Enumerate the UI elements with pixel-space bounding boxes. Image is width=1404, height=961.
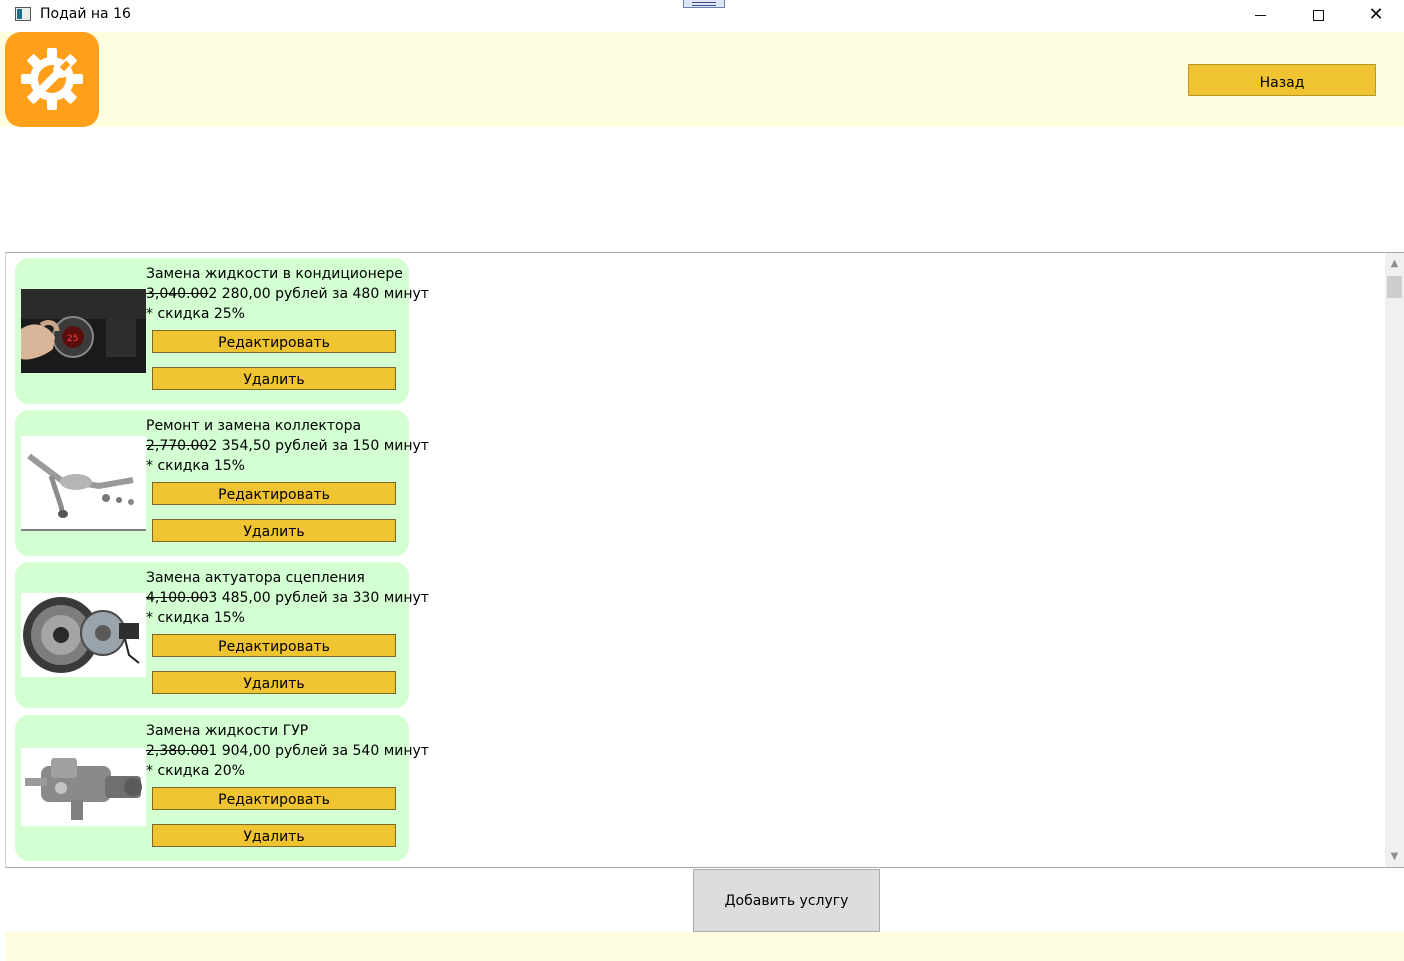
scroll-up-icon[interactable]: ▲ — [1385, 255, 1404, 272]
edit-button[interactable]: Редактировать — [152, 634, 396, 657]
service-price: 2,770.002 354,50 рублей за 150 минут — [146, 438, 429, 454]
service-title: Замена жидкости ГУР — [146, 723, 309, 739]
clutch-kit-photo — [21, 593, 146, 677]
climate-control-image: 25 — [21, 289, 146, 373]
app-icon — [15, 7, 31, 21]
service-discount: * скидка 15% — [146, 458, 245, 474]
service-discount: * скидка 20% — [146, 763, 245, 779]
delete-button[interactable]: Удалить — [152, 671, 396, 694]
old-price: 3,040.00 — [146, 286, 209, 302]
climate-control-photo: 25 — [21, 289, 146, 373]
minimize-icon — [1254, 14, 1266, 16]
delete-button[interactable]: Удалить — [152, 367, 396, 390]
service-discount: * скидка 25% — [146, 306, 245, 322]
service-title: Замена актуатора сцепления — [146, 570, 365, 586]
new-price: 1 904,00 рублей за 540 минут — [208, 743, 429, 759]
minimize-button[interactable] — [1231, 0, 1289, 30]
scroll-thumb[interactable] — [1387, 276, 1402, 298]
service-price: 3,040.002 280,00 рублей за 480 минут — [146, 286, 429, 302]
svg-text:25: 25 — [67, 334, 78, 344]
edit-button[interactable]: Редактировать — [152, 330, 396, 353]
old-price: 2,770.00 — [146, 438, 209, 454]
scroll-down-icon[interactable]: ▼ — [1385, 848, 1404, 865]
exhaust-manifold-image — [21, 436, 146, 531]
logo — [5, 32, 99, 127]
service-discount: * скидка 15% — [146, 610, 245, 626]
service-price: 2,380.001 904,00 рублей за 540 минут — [146, 743, 429, 759]
maximize-button[interactable] — [1289, 0, 1347, 30]
new-price: 2 280,00 рублей за 480 минут — [208, 286, 429, 302]
close-icon: ✕ — [1368, 4, 1384, 25]
edit-button[interactable]: Редактировать — [152, 787, 396, 810]
maximize-icon — [1312, 9, 1324, 21]
footer-band — [5, 932, 1404, 961]
close-button[interactable]: ✕ — [1347, 0, 1404, 30]
service-title: Замена жидкости в кондиционере — [146, 266, 403, 282]
old-price: 2,380.00 — [146, 743, 209, 759]
app-window: Подай на 16 ✕ Назад 25 Замена жидкости в… — [0, 0, 1404, 961]
back-button[interactable]: Назад — [1188, 64, 1376, 96]
service-list[interactable]: 25 Замена жидкости в кондиционере 3,040.… — [5, 252, 1404, 868]
service-card[interactable]: Замена актуатора сцепления 4,100.003 485… — [15, 562, 429, 708]
exhaust-manifold-photo — [21, 436, 146, 531]
vertical-scrollbar[interactable]: ▲ ▼ — [1385, 253, 1404, 867]
service-card[interactable]: Ремонт и замена коллектора 2,770.002 354… — [15, 410, 429, 556]
gear-wrench-icon — [21, 48, 83, 110]
add-service-button[interactable]: Добавить услугу — [693, 869, 880, 932]
drag-handle-icon[interactable] — [683, 0, 725, 8]
new-price: 2 354,50 рублей за 150 минут — [208, 438, 429, 454]
clutch-kit-image — [21, 593, 146, 677]
service-card[interactable]: Замена жидкости ГУР 2,380.001 904,00 руб… — [15, 715, 429, 861]
service-title: Ремонт и замена коллектора — [146, 418, 362, 434]
delete-button[interactable]: Удалить — [152, 824, 396, 847]
delete-button[interactable]: Удалить — [152, 519, 396, 542]
edit-button[interactable]: Редактировать — [152, 482, 396, 505]
steering-gear-photo — [21, 748, 146, 826]
service-price: 4,100.003 485,00 рублей за 330 минут — [146, 590, 429, 606]
steering-gear-image — [21, 748, 146, 826]
window-title: Подай на 16 — [40, 6, 131, 22]
service-card[interactable]: 25 Замена жидкости в кондиционере 3,040.… — [15, 258, 429, 404]
old-price: 4,100.00 — [146, 590, 209, 606]
title-bar[interactable]: Подай на 16 ✕ — [0, 0, 1404, 30]
new-price: 3 485,00 рублей за 330 минут — [208, 590, 429, 606]
